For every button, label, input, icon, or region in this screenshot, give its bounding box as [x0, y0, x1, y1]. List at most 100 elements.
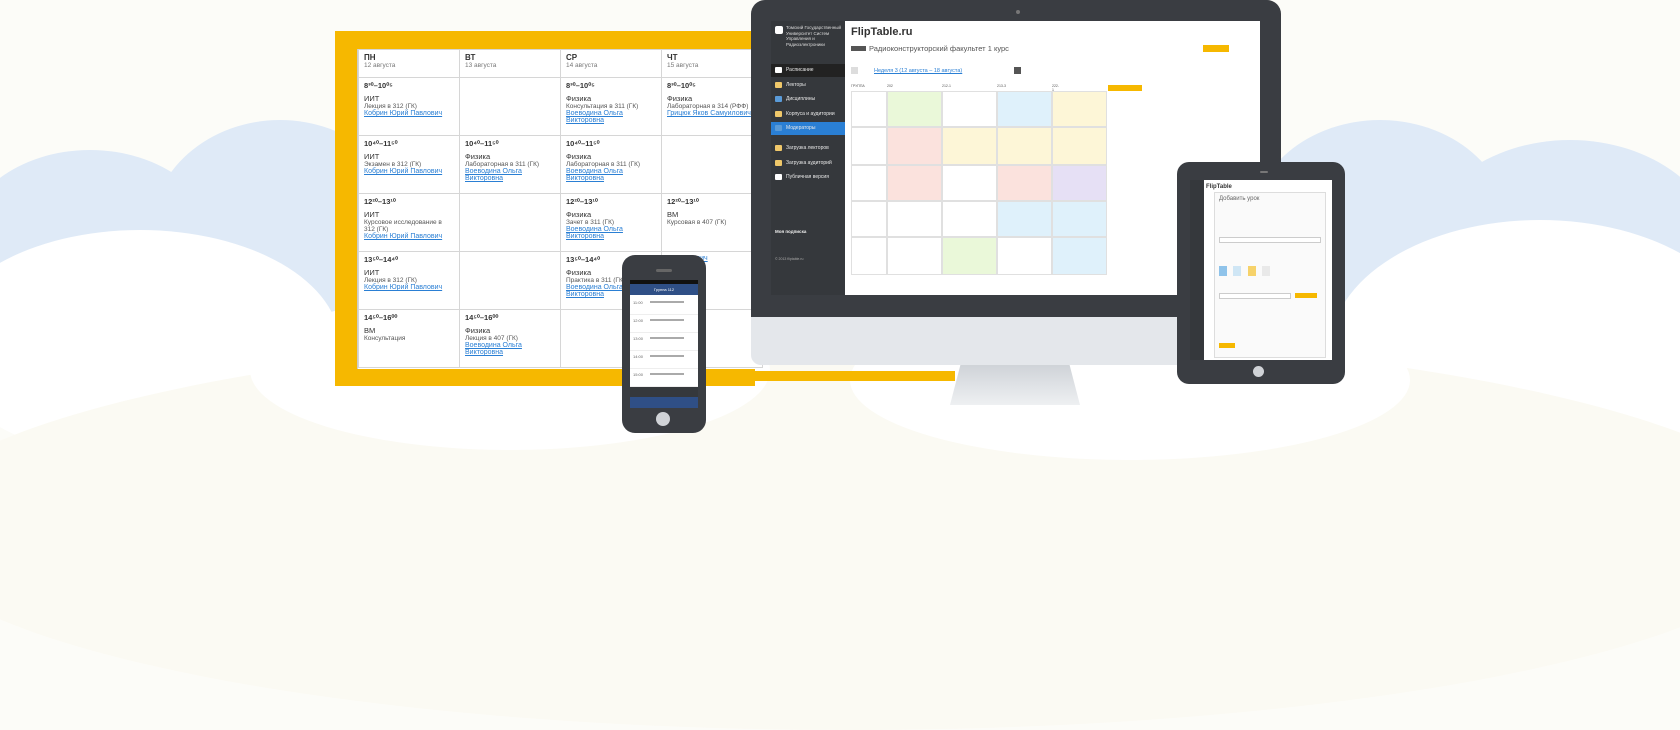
lesson-type: Курсовая в 407 (ГК) — [667, 219, 727, 226]
phone-lesson-time: 15:00 — [633, 372, 644, 377]
sidebar-item[interactable]: Публичная версия — [771, 171, 845, 184]
sidebar-item-label: Загрузка лекторов — [786, 145, 829, 151]
lesson-time: 10⁴⁰–11⁵⁰ — [566, 139, 600, 148]
schedule-cell: 8³⁰–10⁰⁵ ИИТ Лекция в 312 (ГК) Кобрин Юрий … — [358, 77, 460, 136]
discipline-input[interactable] — [1219, 237, 1321, 243]
lesson-subject: Физика — [566, 210, 592, 219]
teacher-link[interactable]: Кобрин Юрий Павлович — [364, 233, 454, 240]
grid-lesson-cell[interactable] — [942, 127, 997, 165]
teacher-link[interactable]: Кобрин Юрий Павлович — [364, 110, 454, 117]
sidebar-item-label: Загрузка аудиторий — [786, 160, 832, 166]
lesson-type: Лабораторная в 311 (ГК) — [566, 161, 641, 168]
prev-week-button[interactable] — [851, 67, 858, 74]
sidebar-item[interactable]: Загрузка лекторов — [771, 142, 845, 155]
teacher-link[interactable]: Воеводина Ольга Викторовна — [465, 168, 555, 182]
lesson-time: 14⁵⁰–16⁰⁰ — [364, 313, 398, 322]
day-header: СР 14 августа — [560, 49, 662, 78]
save-lesson-button[interactable] — [1295, 293, 1317, 298]
day-header: ВТ 13 августа — [459, 49, 561, 78]
phone-screen: Группа 112 11:00 12:00 13:00 14:00 15:00 — [630, 280, 698, 408]
teacher-link[interactable]: Воеводина Ольга Викторовна — [566, 168, 656, 182]
schedule-cell: 12²⁰–13¹⁰ ВМ Курсовая в 407 (ГК) — [661, 193, 763, 252]
monitor-stand — [950, 365, 1080, 405]
schedule-cell — [459, 251, 561, 310]
sidebar-item[interactable]: Модераторы — [771, 122, 845, 135]
group-header-row: ГРУППА 202 212-1 213-3 222-1 — [851, 84, 1059, 92]
grid-lesson-cell[interactable] — [997, 165, 1052, 201]
phone-lesson-row[interactable]: 11:00 — [630, 297, 698, 315]
university-name: Томский Государственный Университет Сист… — [786, 25, 841, 47]
schedule-grid — [851, 91, 1107, 295]
grid-lesson-cell[interactable] — [1052, 127, 1107, 165]
schedule-cell: 10⁴⁰–11⁵⁰ ИИТ Экзамен в 312 (ГК) Кобрин Юри… — [358, 135, 460, 194]
grid-lesson-cell[interactable] — [1052, 201, 1107, 237]
grid-lesson-cell[interactable] — [942, 91, 997, 127]
phone-lesson-row[interactable]: 12:00 — [630, 315, 698, 333]
grid-lesson-cell[interactable] — [887, 91, 942, 127]
lesson-type: Зачет в 311 (ГК) — [566, 219, 615, 226]
grid-lesson-cell[interactable] — [997, 201, 1052, 237]
grid-lesson-cell[interactable] — [942, 237, 997, 275]
teacher-link[interactable]: Грицюк Яков Самуилович — [667, 110, 757, 117]
phone-lesson-row[interactable]: 13:00 — [630, 333, 698, 351]
subscription-link[interactable]: Моя подписка — [775, 229, 806, 234]
phone-lesson-row[interactable]: 14:00 — [630, 351, 698, 369]
lesson-time: 12²⁰–13¹⁰ — [667, 197, 699, 206]
teacher-link[interactable]: Воеводина Ольга Викторовна — [465, 342, 555, 356]
group-column-header: 202 — [887, 84, 893, 88]
phone-speaker — [656, 269, 672, 272]
teacher-link[interactable]: Воеводина Ольга Викторовна — [566, 110, 656, 124]
grid-time-cell — [851, 127, 887, 165]
grid-lesson-cell[interactable] — [997, 237, 1052, 275]
submit-button[interactable] — [1219, 343, 1235, 348]
schedule-cell: 8³⁰–10⁰⁵ Физика Консультация в 311 (ГК) Вое… — [560, 77, 662, 136]
next-week-button[interactable] — [1014, 67, 1021, 74]
add-group-button[interactable] — [1108, 85, 1142, 91]
grid-lesson-cell[interactable] — [887, 237, 942, 275]
grid-lesson-cell[interactable] — [887, 127, 942, 165]
sidebar-item-icon — [775, 144, 782, 151]
grid-lesson-cell[interactable] — [1052, 91, 1107, 127]
teacher-link[interactable]: Воеводина Ольга Викторовна — [566, 226, 656, 240]
lesson-type-options[interactable] — [1219, 263, 1319, 276]
grid-lesson-cell[interactable] — [997, 91, 1052, 127]
sidebar-item-label: Дисциплины — [786, 96, 816, 102]
teacher-link[interactable]: Кобрин Юрий Павлович — [364, 168, 454, 175]
group-header: ГРУППА — [851, 84, 865, 88]
print-header-row: ПН 12 августа ВТ 13 августа СР 14 августа Ч… — [358, 49, 763, 78]
sidebar-item[interactable]: Корпуса и аудитории — [771, 108, 845, 121]
sidebar-item[interactable]: Лекторы — [771, 79, 845, 92]
sidebar-item[interactable]: Загрузка аудиторий — [771, 157, 845, 170]
grid-lesson-cell[interactable] — [1052, 237, 1107, 275]
teacher-link[interactable]: Кобрин Юрий Павлович — [364, 284, 454, 291]
sidebar-item[interactable]: Расписание — [771, 64, 845, 77]
room-input[interactable] — [1219, 293, 1291, 299]
phone-lesson-line — [650, 355, 684, 357]
grid-lesson-cell[interactable] — [1052, 165, 1107, 201]
grid-lesson-cell[interactable] — [997, 127, 1052, 165]
lesson-type: Экзамен в 312 (ГК) — [364, 161, 422, 168]
page-title: Радиоконструкторский факультет 1 курс — [869, 44, 1009, 53]
grid-lesson-cell[interactable] — [887, 165, 942, 201]
publish-button[interactable] — [1203, 45, 1229, 52]
day-header: ПН 12 августа — [358, 49, 460, 78]
grid-lesson-cell[interactable] — [942, 165, 997, 201]
grid-time-cell — [851, 91, 887, 127]
schedule-row: 12²⁰–13¹⁰ ИИТ Курсовое исследование в 312 … — [358, 193, 763, 252]
sidebar-item[interactable]: Дисциплины — [771, 93, 845, 106]
lesson-type: Лекция в 312 (ГК) — [364, 277, 417, 284]
schedule-cell: 12²⁰–13¹⁰ Физика Зачет в 311 (ГК) Воеводина… — [560, 193, 662, 252]
app-logo[interactable]: FlipTable.ru — [851, 26, 913, 38]
lesson-subject: ВМ — [667, 210, 679, 219]
sidebar-item-label: Модераторы — [786, 125, 816, 131]
faculty-badge — [851, 46, 866, 51]
week-selector[interactable]: Неделя 3 (12 августа – 18 августа) — [874, 68, 962, 74]
phone-lesson-row[interactable]: 15:00 — [630, 369, 698, 387]
sidebar-item-icon — [775, 124, 782, 131]
university-logo-icon — [775, 26, 783, 34]
lesson-time: 12²⁰–13¹⁰ — [364, 197, 396, 206]
grid-lesson-cell[interactable] — [887, 201, 942, 237]
schedule-cell — [661, 135, 763, 194]
grid-lesson-cell[interactable] — [942, 201, 997, 237]
phone-header: Группа 112 — [630, 284, 698, 295]
